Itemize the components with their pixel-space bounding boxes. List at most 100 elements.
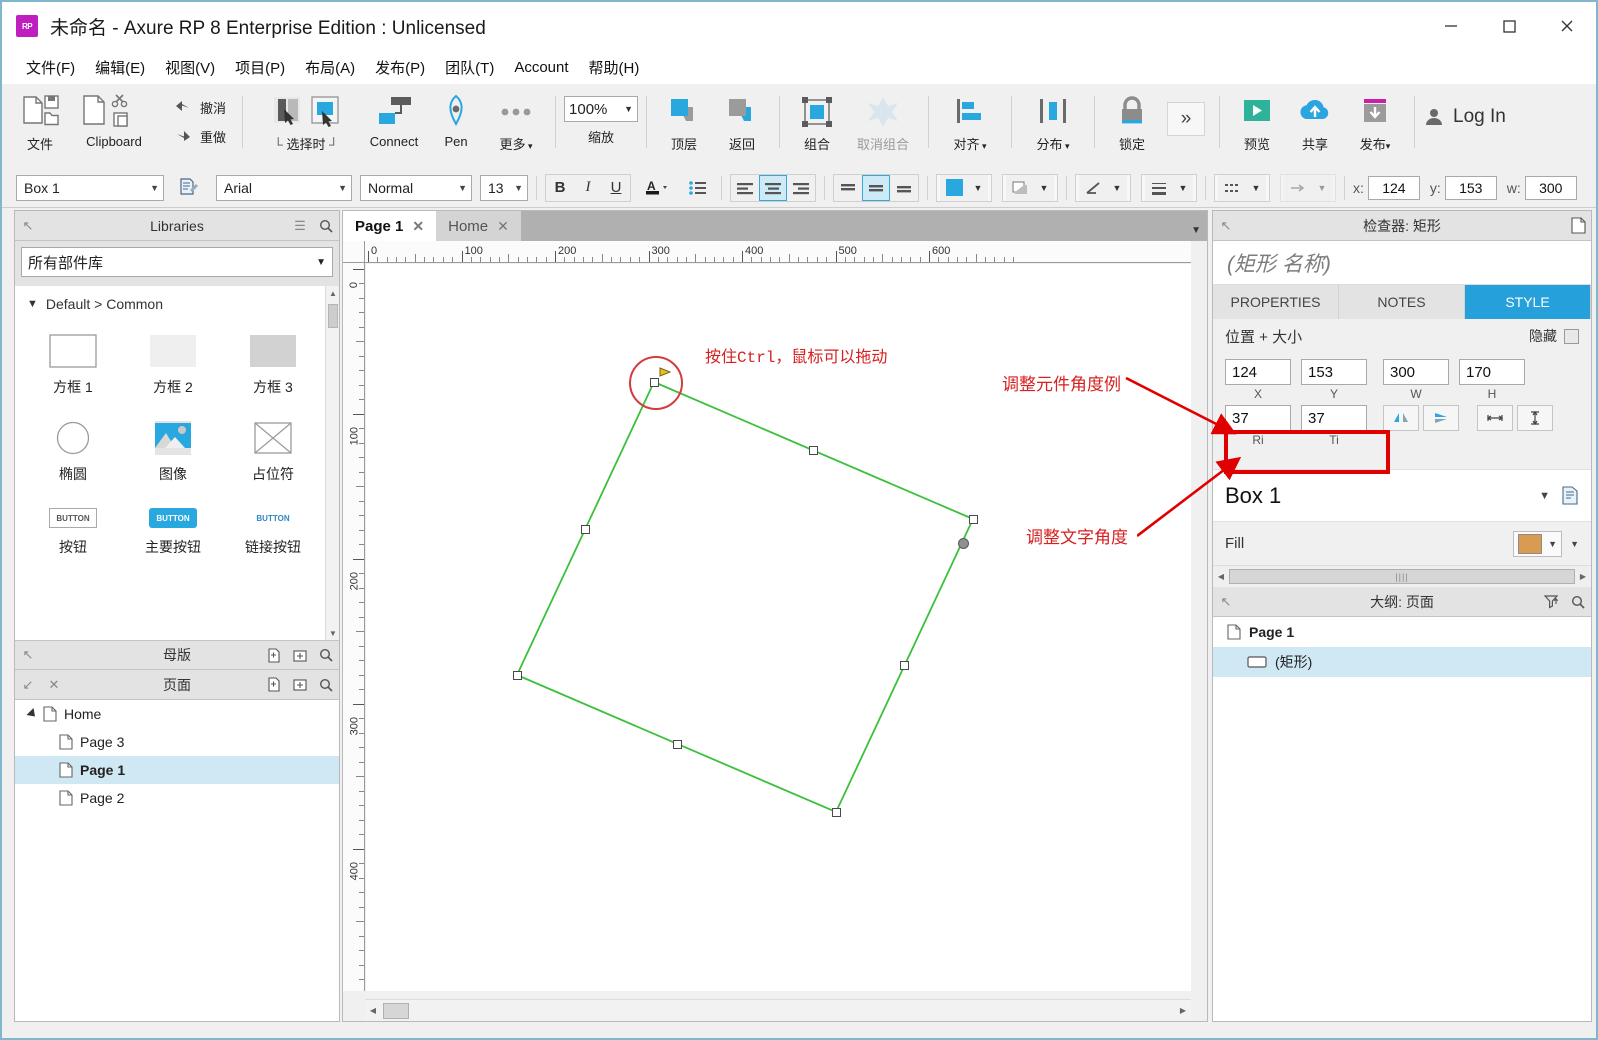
valign-bottom-button[interactable] xyxy=(890,175,918,201)
align-center-button[interactable] xyxy=(759,175,787,201)
page-tree-item-page2[interactable]: Page 2 xyxy=(15,784,339,812)
toolbar-pen-button[interactable]: Pen xyxy=(427,84,485,149)
style-scrollbar-thumb[interactable]: |||| xyxy=(1229,569,1575,584)
toolbar-bring-front-button[interactable]: 顶层 xyxy=(655,84,713,153)
resize-handle-br[interactable] xyxy=(832,808,841,817)
libraries-search-icon[interactable] xyxy=(313,211,339,241)
fill-color-control[interactable]: ▼ xyxy=(936,174,992,202)
scroll-down-icon[interactable]: ▼ xyxy=(326,626,339,640)
line-style-control[interactable]: ▼ xyxy=(1075,174,1131,202)
fill-color-picker[interactable]: ▼ xyxy=(1513,531,1562,557)
inspector-rotation-input[interactable]: 37 xyxy=(1225,405,1291,431)
inspector-doc-icon[interactable] xyxy=(1565,211,1591,241)
add-page-folder-icon[interactable] xyxy=(287,670,313,700)
toolbar-select-button[interactable]: └ 选择时 ┘ xyxy=(251,84,361,153)
shadow-control[interactable]: ▼ xyxy=(1002,174,1058,202)
widget-name-select[interactable]: Box 1 ▼ xyxy=(16,175,164,201)
library-item-button[interactable]: BUTTON 按钮 xyxy=(23,498,123,571)
library-selector[interactable]: 所有部件库 ▼ xyxy=(21,247,333,277)
library-group-header[interactable]: ▼ Default > Common xyxy=(15,286,339,322)
align-left-button[interactable] xyxy=(731,175,759,201)
resize-handle-r[interactable] xyxy=(900,661,909,670)
libraries-scrollbar[interactable]: ▲ ▼ xyxy=(325,286,339,640)
hide-control[interactable]: 隐藏 xyxy=(1529,326,1579,346)
login-button[interactable]: Log In xyxy=(1423,84,1506,128)
add-master-icon[interactable] xyxy=(261,640,287,670)
chevron-down-icon[interactable]: ▼ xyxy=(1539,490,1550,502)
add-master-folder-icon[interactable] xyxy=(287,640,313,670)
library-item-link-button[interactable]: BUTTON 链接按钮 xyxy=(223,498,323,571)
resize-handle-bl[interactable] xyxy=(513,671,522,680)
menu-layout[interactable]: 布局(A) xyxy=(295,53,365,82)
library-item-box1[interactable]: 方框 1 xyxy=(23,324,123,411)
rotation-handle[interactable] xyxy=(958,538,969,549)
masters-search-icon[interactable] xyxy=(313,640,339,670)
toolbar-align-button[interactable]: 对齐 ▾ xyxy=(937,84,1003,153)
expand-triangle-icon[interactable] xyxy=(26,708,38,720)
flip-vertical-button[interactable] xyxy=(1423,405,1459,431)
hide-checkbox[interactable] xyxy=(1564,329,1579,344)
scroll-left-icon[interactable]: ◀ xyxy=(1213,572,1229,581)
menu-team[interactable]: 团队(T) xyxy=(435,53,504,82)
widget-name-input[interactable]: (矩形 名称) xyxy=(1213,241,1591,285)
tab-notes[interactable]: NOTES xyxy=(1339,285,1465,319)
tab-overflow-icon[interactable]: ▼ xyxy=(1191,225,1201,236)
rotated-rectangle-shape[interactable] xyxy=(366,264,1191,964)
menu-edit[interactable]: 编辑(E) xyxy=(85,53,155,82)
underline-button[interactable]: U xyxy=(602,175,630,201)
line-width-control[interactable]: ▼ xyxy=(1141,174,1197,202)
close-pages-icon[interactable]: ✕ xyxy=(41,670,67,700)
toolbar-expand-button[interactable]: » xyxy=(1161,84,1211,136)
font-color-button[interactable]: A xyxy=(641,175,675,201)
valign-middle-button[interactable] xyxy=(862,175,890,201)
inspector-text-rotation-input[interactable]: 37 xyxy=(1301,405,1367,431)
toolbar-distribute-button[interactable]: 分布 ▾ xyxy=(1020,84,1086,153)
w-input[interactable] xyxy=(1525,176,1577,200)
text-rotate-horizontal-button[interactable] xyxy=(1477,405,1513,431)
redo-button[interactable]: 重做 xyxy=(166,123,234,148)
font-size-select[interactable]: 13 ▼ xyxy=(480,175,528,201)
toolbar-clipboard-button[interactable]: Clipboard xyxy=(66,84,162,149)
toolbar-lock-button[interactable]: 锁定 xyxy=(1103,84,1161,153)
line-color-dropdown[interactable]: ▼ xyxy=(1107,175,1127,201)
toolbar-file-button[interactable]: 文件 xyxy=(14,84,66,153)
library-item-image[interactable]: 图像 xyxy=(123,411,223,498)
canvas-tab-page1[interactable]: Page 1 ✕ xyxy=(343,211,436,241)
resize-handle-l[interactable] xyxy=(581,525,590,534)
font-family-select[interactable]: Arial ▼ xyxy=(216,175,352,201)
maximize-button[interactable] xyxy=(1480,2,1538,50)
tab-properties[interactable]: PROPERTIES xyxy=(1213,285,1339,319)
scrollbar-thumb[interactable] xyxy=(328,304,338,328)
menu-account[interactable]: Account xyxy=(504,55,578,80)
outline-item-page[interactable]: Page 1 xyxy=(1213,617,1591,647)
line-pattern-control[interactable]: ▼ xyxy=(1214,174,1270,202)
style-horizontal-scrollbar[interactable]: ◀ |||| ▶ xyxy=(1213,565,1591,587)
collapse-all-icon[interactable]: ↙ xyxy=(15,670,41,700)
minimize-button[interactable] xyxy=(1422,2,1480,50)
shadow-dropdown[interactable]: ▼ xyxy=(1034,175,1054,201)
menu-help[interactable]: 帮助(H) xyxy=(579,53,650,82)
collapse-arrow-icon[interactable]: ↖ xyxy=(1213,587,1239,617)
library-item-placeholder[interactable]: 占位符 xyxy=(223,411,323,498)
toolbar-send-back-button[interactable]: 返回 xyxy=(713,84,771,153)
outline-filter-icon[interactable] xyxy=(1539,587,1565,617)
style-name-row[interactable]: Box 1 ▼ xyxy=(1213,469,1591,521)
toolbar-group-button[interactable]: 组合 xyxy=(788,84,846,153)
close-tab-icon[interactable]: ✕ xyxy=(412,218,424,235)
scroll-right-icon[interactable]: ▶ xyxy=(1175,1006,1191,1015)
bullet-list-button[interactable] xyxy=(683,175,713,201)
menu-publish[interactable]: 发布(P) xyxy=(365,53,435,82)
inspector-h-input[interactable]: 170 xyxy=(1459,359,1525,385)
library-item-ellipse[interactable]: 椭圆 xyxy=(23,411,123,498)
toolbar-share-button[interactable]: 共享 xyxy=(1286,84,1344,153)
page-tree-item-page1[interactable]: Page 1 xyxy=(15,756,339,784)
font-style-select[interactable]: Normal ▼ xyxy=(360,175,472,201)
y-input[interactable] xyxy=(1445,176,1497,200)
collapse-arrow-icon[interactable]: ↖ xyxy=(15,211,41,241)
menu-project[interactable]: 项目(P) xyxy=(225,53,295,82)
pages-search-icon[interactable] xyxy=(313,670,339,700)
page-tree-item-home[interactable]: Home xyxy=(15,700,339,728)
library-item-box3[interactable]: 方框 3 xyxy=(223,324,323,411)
toolbar-preview-button[interactable]: 预览 xyxy=(1228,84,1286,153)
style-scroll-down-icon[interactable]: ▼ xyxy=(1570,539,1579,549)
